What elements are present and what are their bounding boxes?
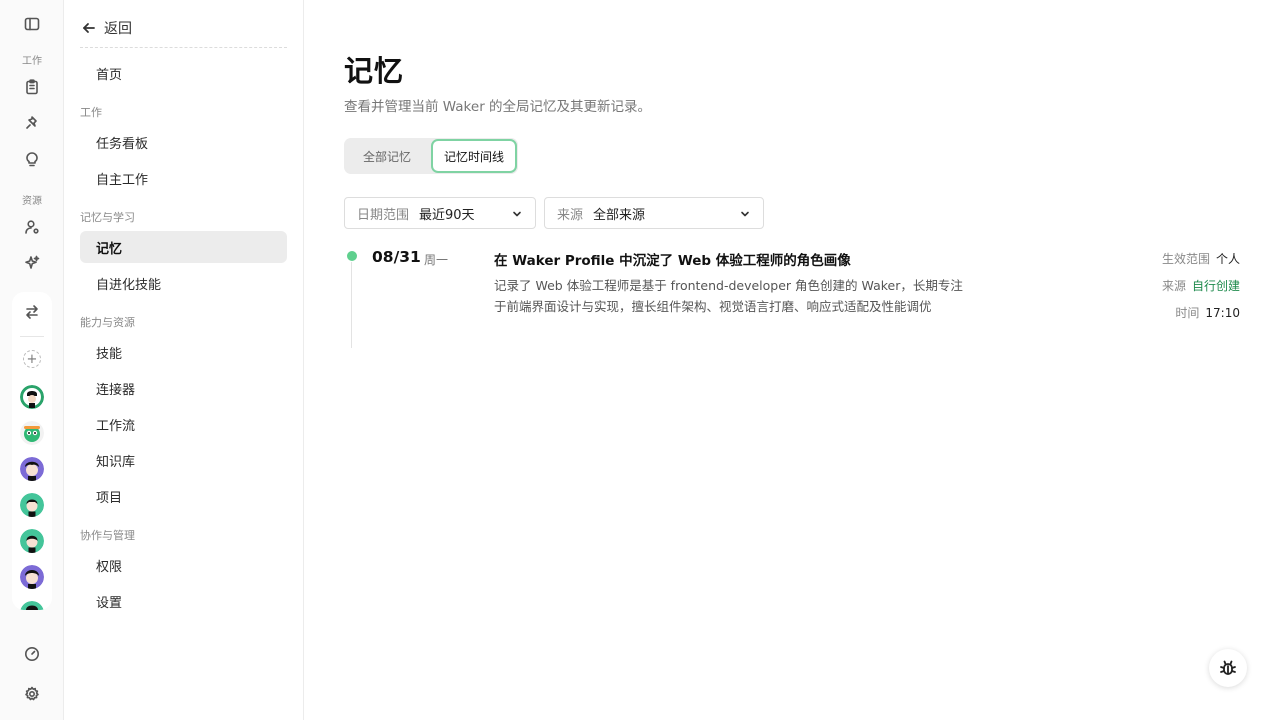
lightbulb-icon[interactable] xyxy=(22,150,42,170)
sidebar-item-knowledge-base[interactable]: 知识库 xyxy=(80,444,287,476)
add-icon[interactable]: + xyxy=(23,350,41,368)
date-range-value: 最近90天 xyxy=(419,207,475,223)
sidebar-item-home[interactable]: 首页 xyxy=(80,57,287,89)
sidebar-toggle-icon[interactable] xyxy=(22,14,42,34)
sidebar: 返回 首页 工作 任务看板 自主工作 记忆与学习 记忆 自进化技能 能力与资源 … xyxy=(64,0,304,720)
memory-time: 时间 17:10 xyxy=(1175,304,1240,321)
bug-report-button[interactable] xyxy=(1209,649,1247,687)
arrow-left-icon xyxy=(83,22,95,33)
tab-all-memories[interactable]: 全部记忆 xyxy=(344,138,430,174)
bug-icon xyxy=(1220,660,1236,675)
timeline-weekday: 周一 xyxy=(424,253,449,267)
date-range-select[interactable]: 日期范围 最近90天 xyxy=(344,197,536,229)
user-settings-icon[interactable] xyxy=(22,217,42,237)
memory-scope: 生效范围 个人 xyxy=(1162,250,1240,267)
avatar[interactable] xyxy=(20,529,44,553)
app-rail: 工作 资源 + xyxy=(0,0,64,720)
pin-icon[interactable] xyxy=(22,113,42,133)
source-meta-label: 来源 xyxy=(1161,279,1186,293)
avatar[interactable] xyxy=(20,385,44,409)
avatar[interactable] xyxy=(20,601,44,610)
sidebar-item-task-board[interactable]: 任务看板 xyxy=(80,126,287,158)
avatar[interactable] xyxy=(20,565,44,589)
sidebar-section-capabilities: 能力与资源 xyxy=(80,316,135,329)
source-select[interactable]: 来源 全部来源 xyxy=(544,197,764,229)
tab-memory-timeline[interactable]: 记忆时间线 xyxy=(431,139,517,173)
sidebar-item-settings[interactable]: 设置 xyxy=(80,585,287,617)
sidebar-item-autonomous-work[interactable]: 自主工作 xyxy=(80,162,287,194)
memory-entry-title[interactable]: 在 Waker Profile 中沉淀了 Web 体验工程师的角色画像 xyxy=(494,249,851,269)
clipboard-icon[interactable] xyxy=(22,77,42,97)
timeline-line xyxy=(351,262,352,348)
time-value: 17:10 xyxy=(1205,306,1240,320)
sidebar-item-connectors[interactable]: 连接器 xyxy=(80,372,287,404)
sidebar-section-collab: 协作与管理 xyxy=(80,529,135,542)
back-button[interactable]: 返回 xyxy=(80,8,287,48)
workspace-switcher-card: + xyxy=(12,292,52,610)
source-meta-value: 自行创建 xyxy=(1191,279,1240,293)
sidebar-section-memory-learning: 记忆与学习 xyxy=(80,211,135,224)
sparkle-icon[interactable] xyxy=(22,253,42,273)
sidebar-item-projects[interactable]: 项目 xyxy=(80,480,287,512)
rail-section-resources: 资源 xyxy=(22,196,42,207)
sidebar-item-skills[interactable]: 技能 xyxy=(80,336,287,368)
avatar[interactable] xyxy=(20,457,44,481)
rail-section-work: 工作 xyxy=(22,56,42,67)
rail-divider xyxy=(20,336,44,337)
source-value: 全部来源 xyxy=(593,207,646,223)
view-tabs: 全部记忆 记忆时间线 xyxy=(344,138,518,174)
avatar[interactable] xyxy=(20,421,44,445)
sidebar-section-work: 工作 xyxy=(80,106,102,119)
chevron-down-icon xyxy=(739,208,751,220)
gauge-icon[interactable] xyxy=(22,644,42,664)
swap-icon[interactable] xyxy=(22,302,42,322)
scope-value: 个人 xyxy=(1215,252,1240,266)
sidebar-item-workflows[interactable]: 工作流 xyxy=(80,408,287,440)
memory-source: 来源 自行创建 xyxy=(1162,277,1240,294)
avatar[interactable] xyxy=(20,493,44,517)
page-title: 记忆 xyxy=(344,54,405,88)
main-content: 记忆 查看并管理当前 Waker 的全局记忆及其更新记录。 全部记忆 记忆时间线… xyxy=(304,0,1280,720)
timeline-date: 08/31 xyxy=(372,248,421,266)
back-label: 返回 xyxy=(104,20,132,37)
memory-entry-description: 记录了 Web 体验工程师是基于 frontend-developer 角色创建… xyxy=(494,278,963,314)
chevron-down-icon xyxy=(511,208,523,220)
sidebar-item-self-evolving-skills[interactable]: 自进化技能 xyxy=(80,267,287,299)
timeline-dot xyxy=(347,251,357,261)
source-label: 来源 xyxy=(557,207,584,223)
page-subtitle: 查看并管理当前 Waker 的全局记忆及其更新记录。 xyxy=(344,99,652,115)
gear-icon[interactable] xyxy=(22,684,42,704)
date-range-label: 日期范围 xyxy=(357,207,410,223)
sidebar-item-memory[interactable]: 记忆 xyxy=(80,231,287,263)
scope-label: 生效范围 xyxy=(1161,252,1210,266)
sidebar-item-permissions[interactable]: 权限 xyxy=(80,549,287,581)
time-label: 时间 xyxy=(1175,306,1200,320)
